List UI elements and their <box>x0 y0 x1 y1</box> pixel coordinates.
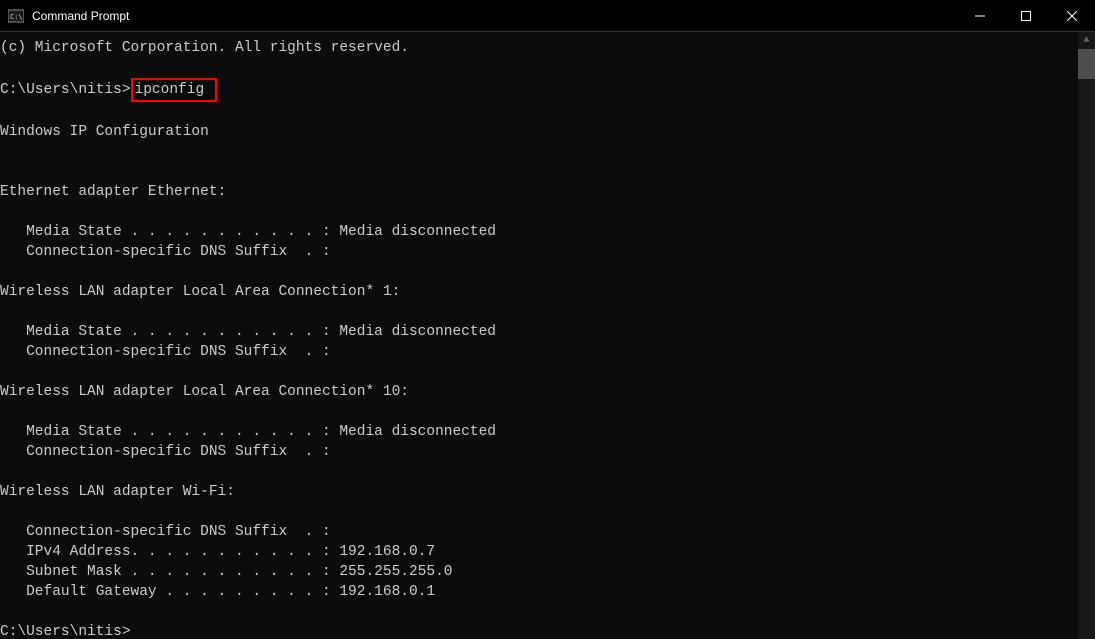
close-button[interactable] <box>1049 0 1095 32</box>
terminal-output[interactable]: (c) Microsoft Corporation. All rights re… <box>0 32 1078 639</box>
blank-line <box>0 142 1078 162</box>
adapter-property: Media State . . . . . . . . . . . : Medi… <box>0 422 1078 442</box>
adapter-heading: Wireless LAN adapter Local Area Connecti… <box>0 282 1078 302</box>
cmd-icon: C:\ <box>8 8 24 24</box>
adapter-property: Connection-specific DNS Suffix . : <box>0 522 1078 542</box>
ipconfig-heading: Windows IP Configuration <box>0 122 1078 142</box>
blank-line <box>0 102 1078 122</box>
window-controls <box>957 0 1095 31</box>
adapter-property: Subnet Mask . . . . . . . . . . . : 255.… <box>0 562 1078 582</box>
highlighted-command: ipconfig <box>131 78 217 102</box>
adapter-property: Media State . . . . . . . . . . . : Medi… <box>0 222 1078 242</box>
adapter-property: Connection-specific DNS Suffix . : <box>0 442 1078 462</box>
titlebar-left: C:\ Command Prompt <box>0 8 129 24</box>
prompt-line: C:\Users\nitis>ipconfig <box>0 78 1078 102</box>
minimize-button[interactable] <box>957 0 1003 32</box>
blank-line <box>0 162 1078 182</box>
adapter-heading: Wireless LAN adapter Wi-Fi: <box>0 482 1078 502</box>
adapter-property: Media State . . . . . . . . . . . : Medi… <box>0 322 1078 342</box>
maximize-button[interactable] <box>1003 0 1049 32</box>
adapter-property: IPv4 Address. . . . . . . . . . . : 192.… <box>0 542 1078 562</box>
blank-line <box>0 402 1078 422</box>
window-title: Command Prompt <box>32 9 129 23</box>
scrollbar[interactable]: ▲ <box>1078 32 1095 639</box>
adapter-property: Connection-specific DNS Suffix . : <box>0 242 1078 262</box>
blank-line <box>0 462 1078 482</box>
adapter-heading: Wireless LAN adapter Local Area Connecti… <box>0 382 1078 402</box>
adapter-property: Connection-specific DNS Suffix . : <box>0 342 1078 362</box>
scroll-up-arrow-icon[interactable]: ▲ <box>1078 32 1095 49</box>
svg-text:C:\: C:\ <box>10 13 23 21</box>
adapter-property: Default Gateway . . . . . . . . . : 192.… <box>0 582 1078 602</box>
blank-line <box>0 602 1078 622</box>
blank-line <box>0 362 1078 382</box>
adapter-heading: Ethernet adapter Ethernet: <box>0 182 1078 202</box>
titlebar: C:\ Command Prompt <box>0 0 1095 32</box>
prompt-line: C:\Users\nitis> <box>0 622 1078 639</box>
blank-line <box>0 502 1078 522</box>
copyright-line: (c) Microsoft Corporation. All rights re… <box>0 38 1078 58</box>
blank-line <box>0 58 1078 78</box>
blank-line <box>0 302 1078 322</box>
blank-line <box>0 262 1078 282</box>
blank-line <box>0 202 1078 222</box>
scroll-thumb[interactable] <box>1078 49 1095 79</box>
prompt-path: C:\Users\nitis> <box>0 82 131 98</box>
